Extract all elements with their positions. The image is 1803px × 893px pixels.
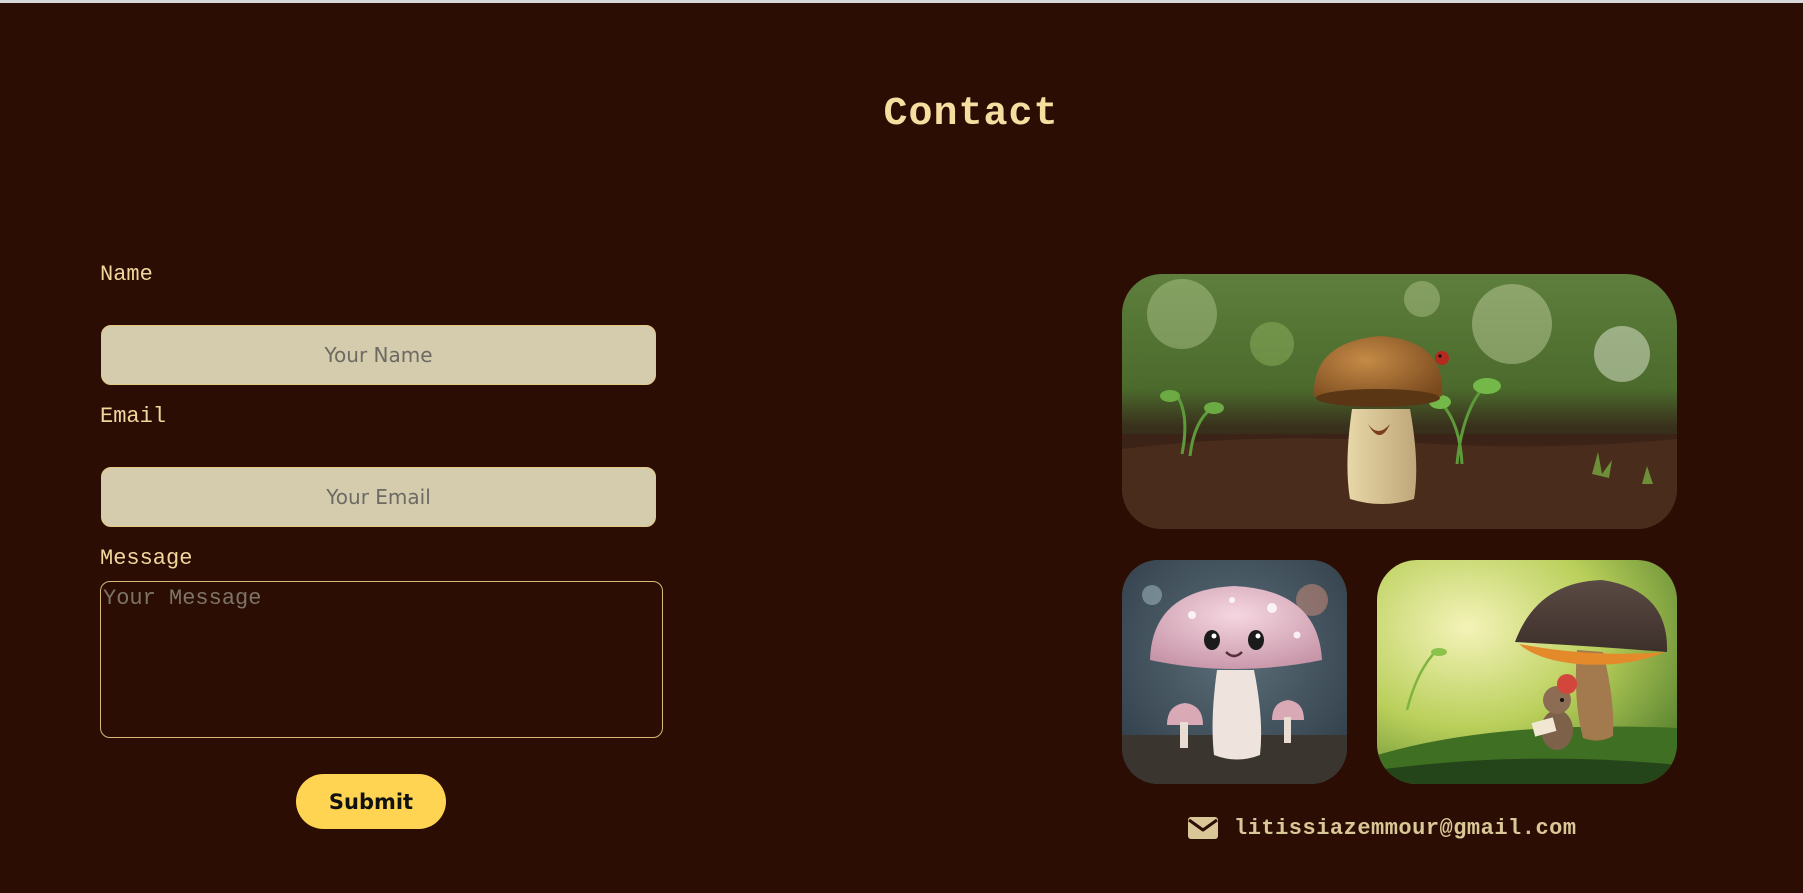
envelope-icon (1188, 817, 1218, 839)
message-textarea[interactable] (100, 581, 663, 738)
mushroom-on-forest-floor-photo (1122, 274, 1677, 529)
message-label: Message (100, 546, 193, 571)
mushroom-forest-illustration (1122, 274, 1677, 529)
email-label: Email (100, 404, 167, 429)
email-input[interactable] (101, 467, 656, 527)
name-label: Name (100, 262, 153, 287)
page-title: Contact (883, 92, 1059, 137)
mouse-reading-under-mushroom-photo (1377, 560, 1677, 784)
browser-top-border (0, 0, 1803, 3)
submit-button[interactable]: Submit (296, 774, 446, 829)
cute-pink-mushroom-photo (1122, 560, 1347, 784)
email-link[interactable]: litissiazemmour@gmail.com (1234, 816, 1577, 841)
mushroom-gallery (1122, 274, 1677, 784)
name-input[interactable] (101, 325, 656, 385)
pink-mushroom-illustration (1122, 560, 1347, 784)
contact-email-row: litissiazemmour@gmail.com (1188, 813, 1577, 843)
mouse-mushroom-illustration (1377, 560, 1677, 784)
contact-form: Name Email Message Submit (100, 262, 664, 842)
